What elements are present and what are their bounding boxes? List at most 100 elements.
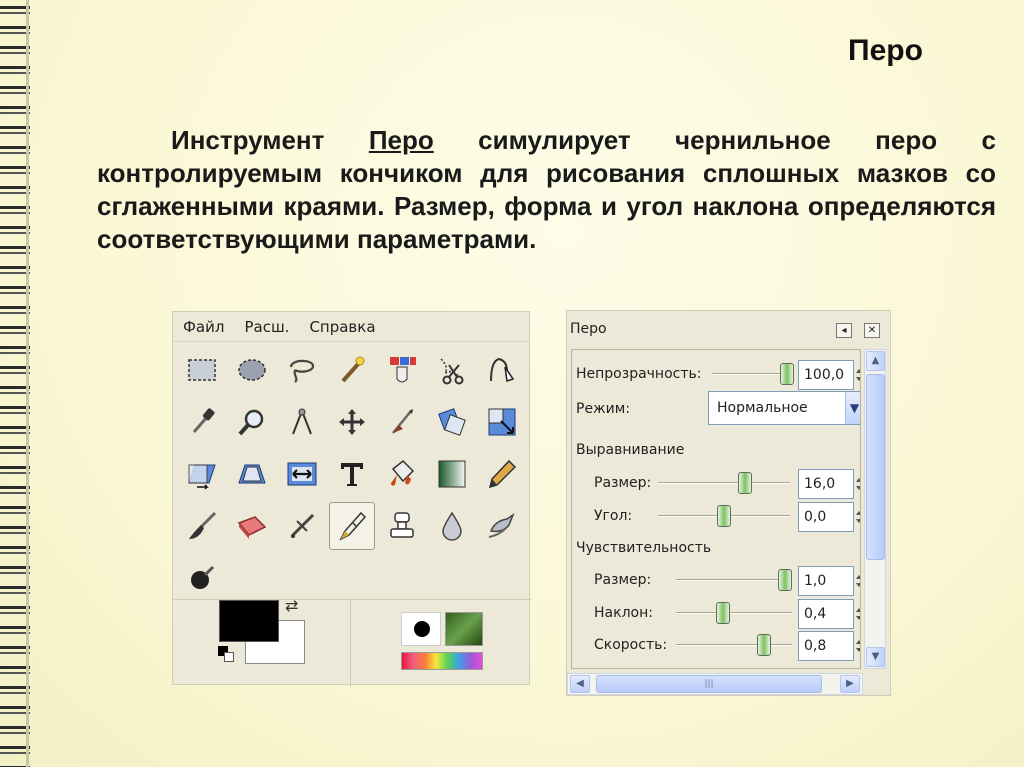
tool-rotate[interactable] [427, 396, 477, 448]
angle-value[interactable]: 0,0 [798, 502, 854, 532]
tilt-spinner[interactable] [856, 600, 860, 628]
tool-foreground-select[interactable] [477, 344, 527, 396]
tool-paintbrush[interactable] [177, 500, 227, 552]
foreground-select-icon [490, 357, 515, 382]
angle-row: Угол: [594, 502, 632, 530]
tool-measure[interactable] [277, 396, 327, 448]
chevron-down-icon[interactable]: ▼ [845, 392, 860, 424]
brush-pattern-gradient-area [351, 600, 531, 686]
ellipse-select-icon [238, 359, 266, 381]
adj-size-slider[interactable] [658, 482, 790, 484]
tool-pencil[interactable] [477, 448, 527, 500]
tool-dodge-burn[interactable] [177, 552, 227, 604]
blend-icon [438, 460, 466, 488]
default-bg-icon[interactable] [224, 652, 234, 662]
pattern-preview[interactable] [445, 612, 483, 646]
sens-size-slider-thumb[interactable] [778, 569, 792, 591]
slide-title: Перо [848, 34, 923, 67]
sens-size-value[interactable]: 1,0 [798, 566, 854, 596]
tool-ellipse-select[interactable] [227, 344, 277, 396]
menu-file[interactable]: Файл [183, 318, 224, 336]
gradient-preview[interactable] [401, 652, 483, 670]
horizontal-scrollbar[interactable]: ◀ ||| ▶ [567, 673, 863, 695]
spiral-binding [0, 0, 30, 767]
foreground-color-swatch[interactable] [219, 600, 279, 642]
sens-size-label: Размер: [594, 572, 652, 588]
tool-clone[interactable] [377, 500, 427, 552]
scroll-up-icon[interactable]: ▲ [866, 351, 885, 371]
ink-icon [339, 511, 367, 541]
tool-scissors[interactable] [427, 344, 477, 396]
mode-select[interactable]: Нормальное ▼ [708, 391, 860, 425]
angle-label: Угол: [594, 508, 633, 524]
scroll-down-icon[interactable]: ▼ [866, 647, 885, 667]
tool-lasso[interactable] [277, 344, 327, 396]
clone-icon [390, 512, 414, 538]
brush-preview[interactable] [401, 612, 441, 646]
scroll-right-icon[interactable]: ▶ [840, 675, 860, 693]
tool-move[interactable] [327, 396, 377, 448]
smudge-icon [488, 513, 515, 538]
dodge-burn-icon [191, 565, 215, 589]
speed-value[interactable]: 0,8 [798, 631, 854, 661]
sens-size-spinner[interactable] [856, 567, 860, 595]
tool-ink[interactable] [329, 502, 375, 550]
tilt-value[interactable]: 0,4 [798, 599, 854, 629]
tool-blur[interactable] [427, 500, 477, 552]
tool-color-picker[interactable] [177, 396, 227, 448]
close-icon[interactable]: ✕ [864, 323, 880, 338]
adj-size-slider-thumb[interactable] [738, 472, 752, 494]
tool-perspective[interactable] [227, 448, 277, 500]
tab-menu-icon[interactable]: ◂ [836, 323, 852, 338]
tool-smudge[interactable] [477, 500, 527, 552]
menu-extensions[interactable]: Расш. [244, 318, 289, 336]
scroll-left-icon[interactable]: ◀ [570, 675, 590, 693]
tool-bucket-fill[interactable] [377, 448, 427, 500]
adj-size-value[interactable]: 16,0 [798, 469, 854, 499]
angle-slider-thumb[interactable] [717, 505, 731, 527]
tilt-slider-thumb[interactable] [716, 602, 730, 624]
opacity-slider-thumb[interactable] [780, 363, 794, 385]
tool-blend[interactable] [427, 448, 477, 500]
vertical-scroll-thumb[interactable] [866, 374, 885, 560]
fg-bg-colors: ⇄ [173, 596, 351, 687]
tool-scale[interactable] [477, 396, 527, 448]
tool-airbrush[interactable] [277, 500, 327, 552]
swap-colors-icon[interactable]: ⇄ [285, 596, 298, 615]
options-header: Перо ◂ ✕ [567, 311, 890, 347]
options-content: Непрозрачность: 100,0 Режим: Нормальное … [571, 349, 861, 669]
scissors-icon [440, 358, 464, 385]
tool-eraser[interactable] [227, 500, 277, 552]
blur-icon [442, 511, 462, 541]
tool-text[interactable] [327, 448, 377, 500]
options-title: Перо [570, 321, 607, 337]
airbrush-icon [291, 513, 315, 538]
tool-shear[interactable] [177, 448, 227, 500]
tool-rect-select[interactable] [177, 344, 227, 396]
pen-tool-link[interactable]: Перо [369, 125, 434, 155]
toolbox-menubar: Файл Расш. Справка [173, 312, 529, 342]
tool-zoom[interactable] [227, 396, 277, 448]
horizontal-scroll-thumb[interactable]: ||| [596, 675, 822, 693]
tool-fuzzy-select[interactable] [327, 344, 377, 396]
menu-help[interactable]: Справка [309, 318, 375, 336]
speed-spinner[interactable] [856, 632, 860, 660]
sens-size-slider[interactable] [676, 579, 792, 581]
scale-icon [488, 408, 516, 436]
adj-size-spinner[interactable] [856, 470, 860, 498]
tilt-slider[interactable] [676, 612, 792, 614]
angle-spinner[interactable] [856, 503, 860, 531]
adjustment-section-label: Выравнивание [576, 442, 685, 458]
adj-size-label: Размер: [594, 475, 652, 491]
opacity-spinner[interactable] [856, 361, 860, 389]
speed-slider[interactable] [676, 644, 792, 646]
fuzzy-select-icon [341, 356, 365, 383]
speed-slider-thumb[interactable] [757, 634, 771, 656]
tool-options-panel: Перо ◂ ✕ Непрозрачность: 100,0 Режим: Но… [566, 310, 891, 696]
sensitivity-section-label: Чувствительность [576, 540, 712, 556]
opacity-value[interactable]: 100,0 [798, 360, 854, 390]
vertical-scrollbar[interactable]: ▲ ▼ [864, 349, 886, 669]
tool-crop[interactable] [377, 396, 427, 448]
tool-flip[interactable] [277, 448, 327, 500]
tool-select-by-color[interactable] [377, 344, 427, 396]
